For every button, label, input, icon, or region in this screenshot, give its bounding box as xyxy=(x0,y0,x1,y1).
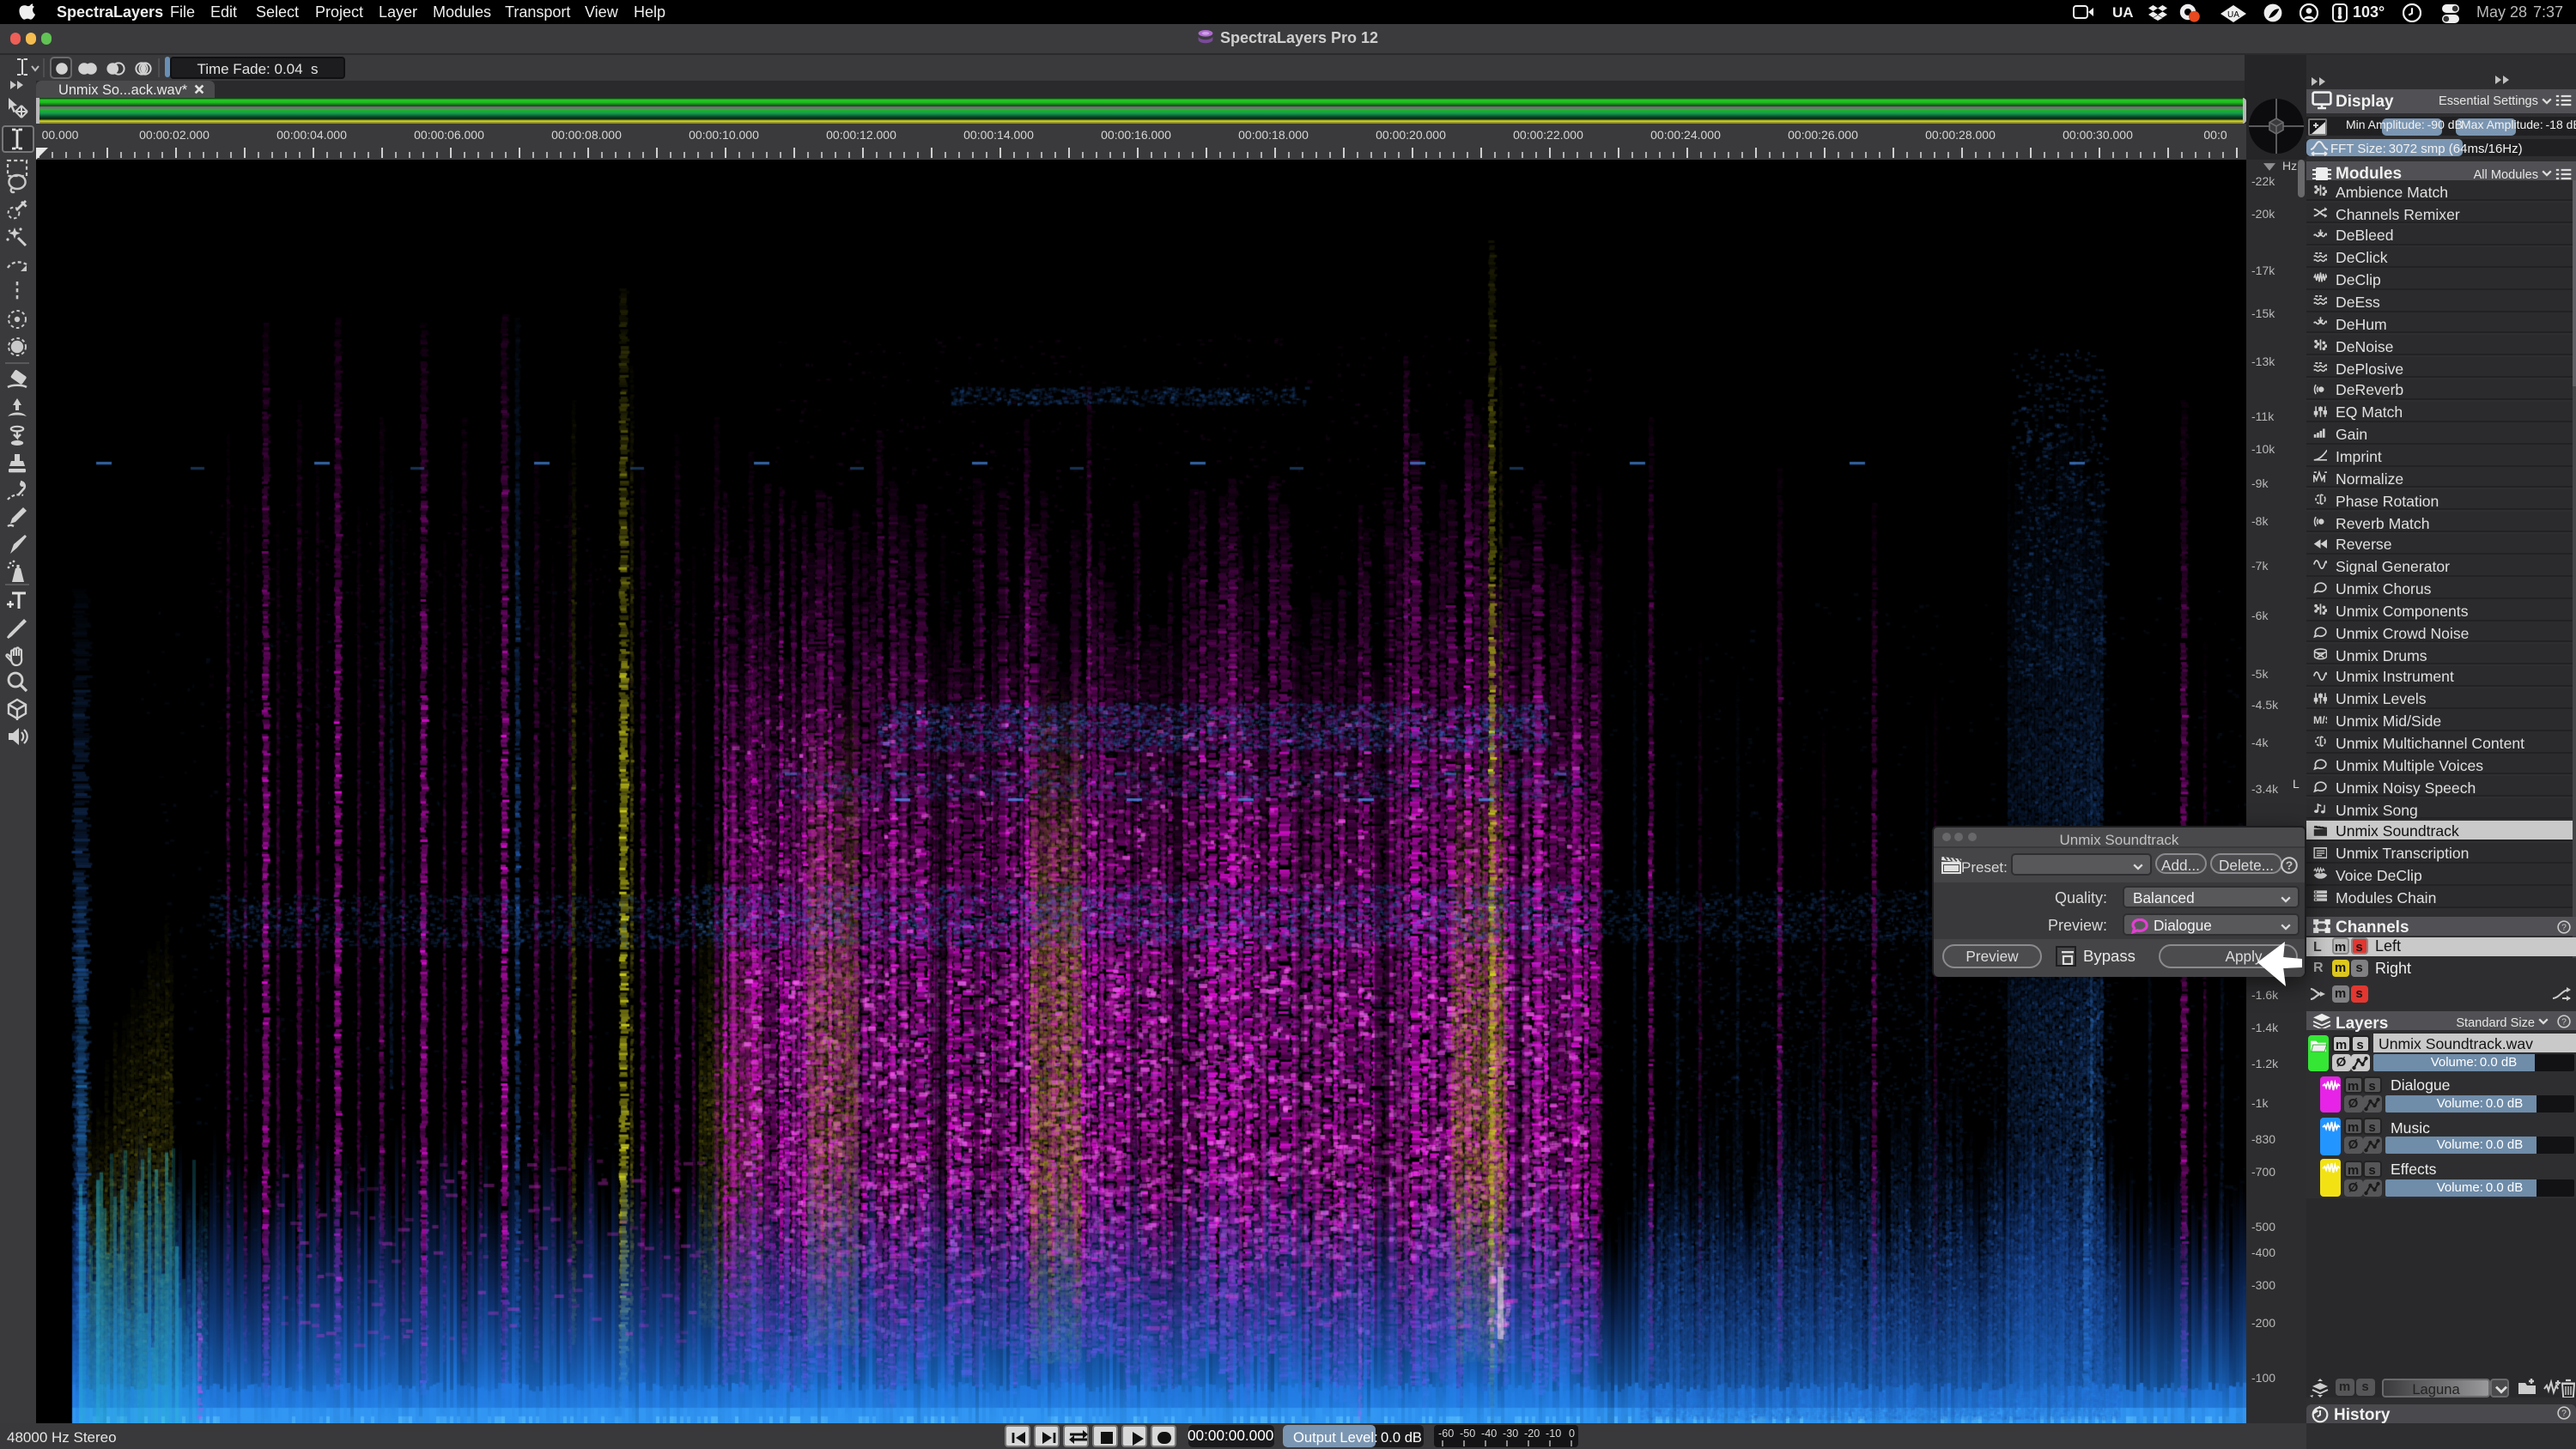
svg-text:UA: UA xyxy=(2227,9,2239,19)
svg-text:?: ? xyxy=(2561,1410,2567,1419)
svg-text:?: ? xyxy=(2286,858,2293,872)
svg-text:?: ? xyxy=(2561,1017,2567,1027)
svg-text:?: ? xyxy=(2561,923,2567,932)
